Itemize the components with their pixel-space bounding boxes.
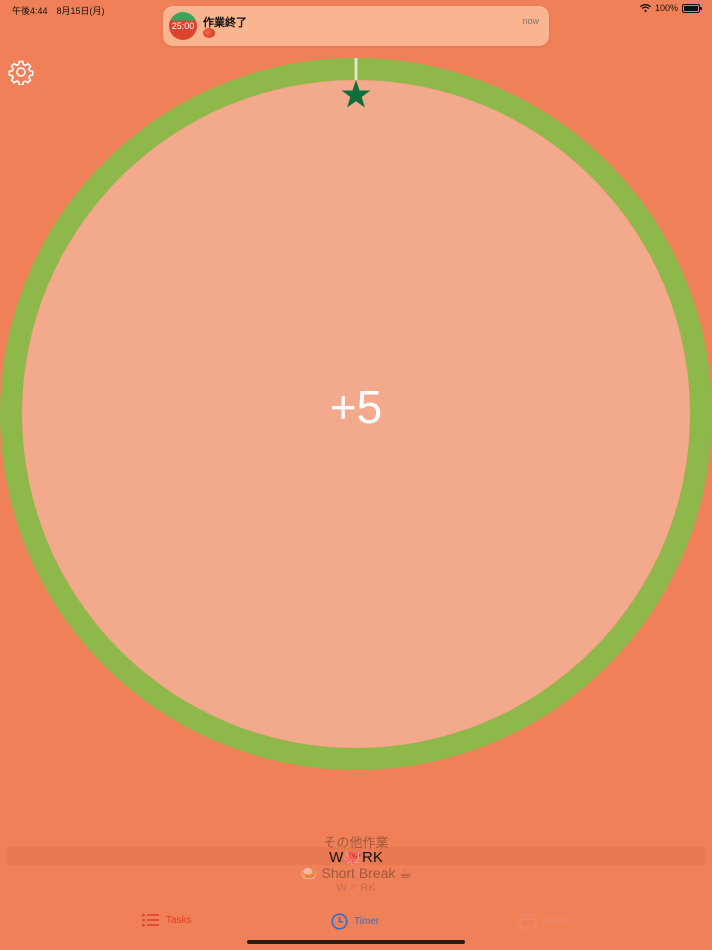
- tab-label: Tasks: [166, 914, 192, 926]
- picker-item[interactable]: W🐙RK: [0, 881, 712, 894]
- notification-banner[interactable]: 25:00 作業終了 now: [163, 6, 549, 46]
- picker-item-selected[interactable]: W🐙RK: [0, 848, 712, 866]
- calendar-icon: [519, 914, 536, 929]
- tab-timer[interactable]: Timer: [331, 913, 379, 930]
- tab-report[interactable]: Report: [519, 913, 572, 929]
- tab-label: Report: [542, 915, 573, 927]
- picker-item[interactable]: 🍛 Short Break ☕: [0, 865, 712, 882]
- app-icon: 25:00: [169, 12, 197, 40]
- home-indicator[interactable]: [247, 940, 465, 944]
- status-time: 午後4:44 8月15日(月): [12, 6, 105, 16]
- tab-tasks[interactable]: Tasks: [142, 913, 192, 927]
- tab-label: Timer: [354, 916, 380, 927]
- wifi-icon: [640, 4, 651, 12]
- notification-time: now: [522, 16, 539, 26]
- status-icons: 100%: [640, 3, 702, 13]
- battery-icon: [682, 3, 702, 13]
- clock-icon: [331, 913, 348, 930]
- list-icon: [142, 913, 159, 927]
- timer-value: +5: [329, 381, 383, 433]
- tomato-icon: [203, 28, 215, 38]
- battery-percent: 100%: [654, 3, 678, 13]
- tab-bar: Tasks Timer Report: [0, 905, 712, 945]
